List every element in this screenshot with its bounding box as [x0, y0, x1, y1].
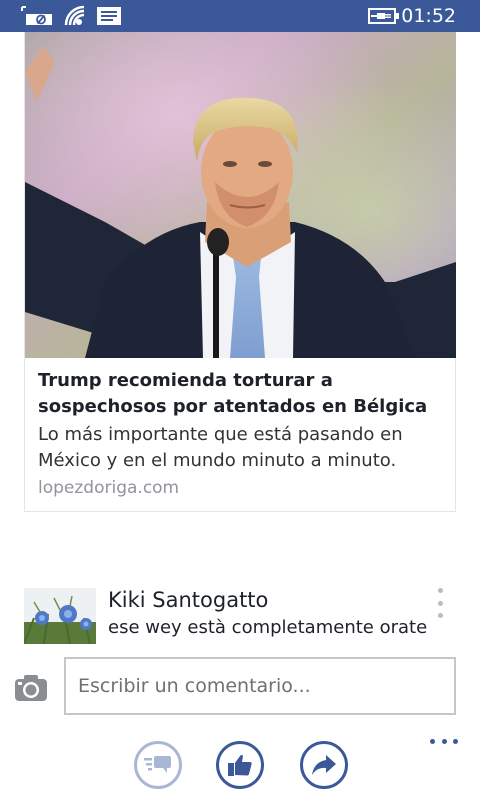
- vertical-ellipsis-icon[interactable]: [432, 588, 448, 618]
- comments-icon[interactable]: [134, 741, 182, 789]
- comment-text: ese wey està completamente orate: [108, 617, 428, 638]
- like-icon[interactable]: [216, 741, 264, 789]
- link-description: Lo más importante que está pasando en Mé…: [38, 424, 403, 471]
- comment-author[interactable]: Kiki Santogatto: [108, 586, 268, 614]
- more-icon[interactable]: [430, 739, 458, 745]
- link-preview-card[interactable]: Trump recomienda torturar a sospechosos …: [24, 32, 456, 512]
- battery-charging-icon: [367, 0, 401, 32]
- comment-input[interactable]: [64, 657, 456, 715]
- link-preview-image[interactable]: [25, 32, 456, 358]
- message-icon: [96, 0, 122, 32]
- wifi-icon: [64, 0, 86, 32]
- link-domain: lopezdoriga.com: [38, 478, 180, 498]
- status-bar: 01:52: [0, 0, 480, 32]
- link-title[interactable]: Trump recomienda torturar a sospechosos …: [38, 368, 448, 420]
- status-time: 01:52: [401, 5, 456, 27]
- comment-avatar[interactable]: [24, 588, 96, 644]
- no-sim-icon: [20, 0, 54, 32]
- camera-icon[interactable]: [14, 673, 48, 703]
- share-icon[interactable]: [300, 741, 348, 789]
